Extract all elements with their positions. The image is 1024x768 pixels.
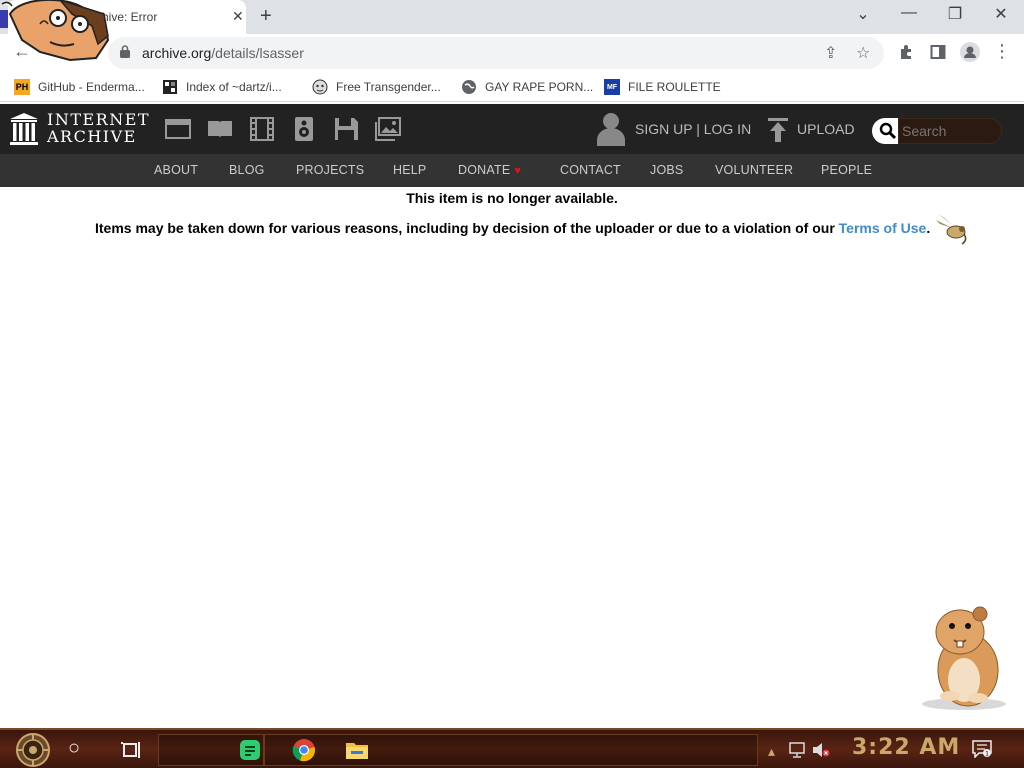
nav-about[interactable]: ABOUT bbox=[154, 163, 198, 177]
chrome-menu-icon[interactable]: ⋮ bbox=[990, 41, 1014, 62]
search-input[interactable] bbox=[898, 118, 1002, 144]
volume-muted-icon[interactable] bbox=[812, 742, 830, 758]
folder-index-icon bbox=[162, 79, 178, 95]
tab-close-button[interactable]: ✕ bbox=[232, 8, 244, 25]
bookmark-label: GitHub - Enderma... bbox=[38, 80, 145, 94]
ia-top-bar: INTERNET ARCHIVE SIGN UP | LOG IN UPLOAD… bbox=[0, 104, 1024, 154]
lock-icon[interactable] bbox=[120, 45, 130, 58]
logo-line-2: ARCHIVE bbox=[47, 127, 137, 146]
ia-search-box bbox=[872, 116, 1002, 146]
file-explorer-icon[interactable] bbox=[345, 738, 369, 762]
new-tab-button[interactable]: + bbox=[260, 5, 272, 28]
side-panel-icon[interactable] bbox=[930, 44, 946, 60]
search-circle-icon[interactable]: ○ bbox=[68, 737, 80, 760]
bookmark-item[interactable]: GAY RAPE PORN... bbox=[461, 78, 593, 96]
globe-icon bbox=[461, 79, 477, 95]
network-icon[interactable] bbox=[788, 742, 806, 758]
software-floppy-icon[interactable] bbox=[333, 117, 359, 141]
address-bar[interactable]: archive.org/details/lsasser ⇪ ☆ bbox=[108, 37, 884, 69]
tab-strip: chive: Error ✕ + ⌄ — ❐ ✕ bbox=[0, 0, 1024, 34]
start-button-icon[interactable] bbox=[10, 732, 56, 768]
video-film-icon[interactable] bbox=[249, 117, 275, 141]
tab-search-button[interactable]: ⌄ bbox=[848, 4, 878, 24]
bookmark-item[interactable]: MF FILE ROULETTE bbox=[604, 78, 721, 96]
bookmark-label: GAY RAPE PORN... bbox=[485, 80, 594, 94]
texts-book-icon[interactable] bbox=[207, 117, 233, 141]
nav-jobs[interactable]: JOBS bbox=[650, 163, 683, 177]
upload-icon[interactable] bbox=[768, 118, 788, 142]
ia-logo-text[interactable]: INTERNET ARCHIVE bbox=[47, 111, 150, 145]
bookmark-item[interactable]: PH GitHub - Enderma... bbox=[14, 78, 145, 96]
bookmark-label: Free Transgender... bbox=[336, 80, 441, 94]
minimize-button[interactable]: — bbox=[894, 4, 924, 22]
dancing-hamster-icon bbox=[922, 606, 1006, 710]
nav-people[interactable]: PEOPLE bbox=[821, 163, 872, 177]
bookmark-label: FILE ROULETTE bbox=[628, 80, 721, 94]
unavailable-title: This item is no longer available. bbox=[406, 190, 618, 206]
svg-text:1: 1 bbox=[985, 751, 989, 758]
bookmark-label: Index of ~dartz/i... bbox=[186, 80, 282, 94]
windows-taskbar: ○ ▴ 3:22 AM 1 bbox=[0, 728, 1024, 768]
nav-blog[interactable]: BLOG bbox=[229, 163, 265, 177]
restore-button[interactable]: ❐ bbox=[940, 4, 970, 24]
flying-bird-cursor-icon bbox=[936, 214, 967, 245]
nav-contact[interactable]: CONTACT bbox=[560, 163, 621, 177]
search-icon bbox=[879, 122, 897, 140]
signup-login-link[interactable]: SIGN UP | LOG IN bbox=[635, 121, 751, 137]
ph-icon: PH bbox=[14, 79, 30, 95]
nav-help[interactable]: HELP bbox=[393, 163, 426, 177]
message-text: Items may be taken down for various reas… bbox=[95, 220, 839, 236]
taskbar-clock[interactable]: 3:22 AM bbox=[852, 735, 960, 760]
web-icon[interactable] bbox=[165, 117, 191, 141]
nav-volunteer[interactable]: VOLUNTEER bbox=[715, 163, 793, 177]
green-notes-app-icon[interactable] bbox=[238, 738, 262, 762]
face-icon bbox=[312, 79, 328, 95]
bookmarks-bar: PH GitHub - Enderma... Index of ~dartz/i… bbox=[0, 72, 1024, 102]
share-icon[interactable]: ⇪ bbox=[824, 43, 837, 63]
ia-logo-icon[interactable] bbox=[10, 113, 38, 145]
extensions-puzzle-icon[interactable] bbox=[898, 44, 914, 60]
bookmark-star-icon[interactable]: ☆ bbox=[856, 43, 870, 63]
audio-speaker-icon[interactable] bbox=[291, 117, 317, 141]
upload-link[interactable]: UPLOAD bbox=[797, 121, 855, 137]
browser-toolbar: ← → archive.org/details/lsasser ⇪ ☆ ⋮ bbox=[0, 34, 1024, 72]
ia-nav-bar: ABOUT BLOG PROJECTS HELP DONATE ♥ CONTACT… bbox=[0, 154, 1024, 187]
images-photo-icon[interactable] bbox=[375, 117, 401, 141]
message-period: . bbox=[926, 220, 931, 236]
nav-projects[interactable]: PROJECTS bbox=[296, 163, 364, 177]
task-view-icon[interactable] bbox=[120, 738, 144, 762]
nav-donate[interactable]: DONATE ♥ bbox=[458, 163, 521, 177]
unavailable-message: Items may be taken down for various reas… bbox=[95, 220, 930, 236]
logo-line-1: INTERNET bbox=[47, 110, 151, 129]
taskbar-panel-apps bbox=[264, 734, 758, 766]
mf-icon: MF bbox=[604, 79, 620, 95]
bookmark-item[interactable]: Free Transgender... bbox=[312, 78, 441, 96]
terms-of-use-link[interactable]: Terms of Use bbox=[839, 220, 927, 236]
close-window-button[interactable]: ✕ bbox=[986, 4, 1016, 24]
tray-overflow-icon[interactable]: ▴ bbox=[768, 743, 775, 760]
chrome-icon[interactable] bbox=[292, 738, 316, 762]
cartoon-face-overlay bbox=[0, 0, 110, 62]
profile-avatar-icon[interactable] bbox=[960, 42, 980, 62]
bookmark-item[interactable]: Index of ~dartz/i... bbox=[162, 78, 282, 96]
donate-label: DONATE bbox=[458, 163, 511, 177]
user-icon[interactable] bbox=[596, 112, 626, 146]
url-text[interactable]: archive.org/details/lsasser bbox=[142, 45, 304, 61]
action-center-icon[interactable]: 1 bbox=[972, 740, 992, 758]
heart-icon: ♥ bbox=[514, 165, 522, 177]
